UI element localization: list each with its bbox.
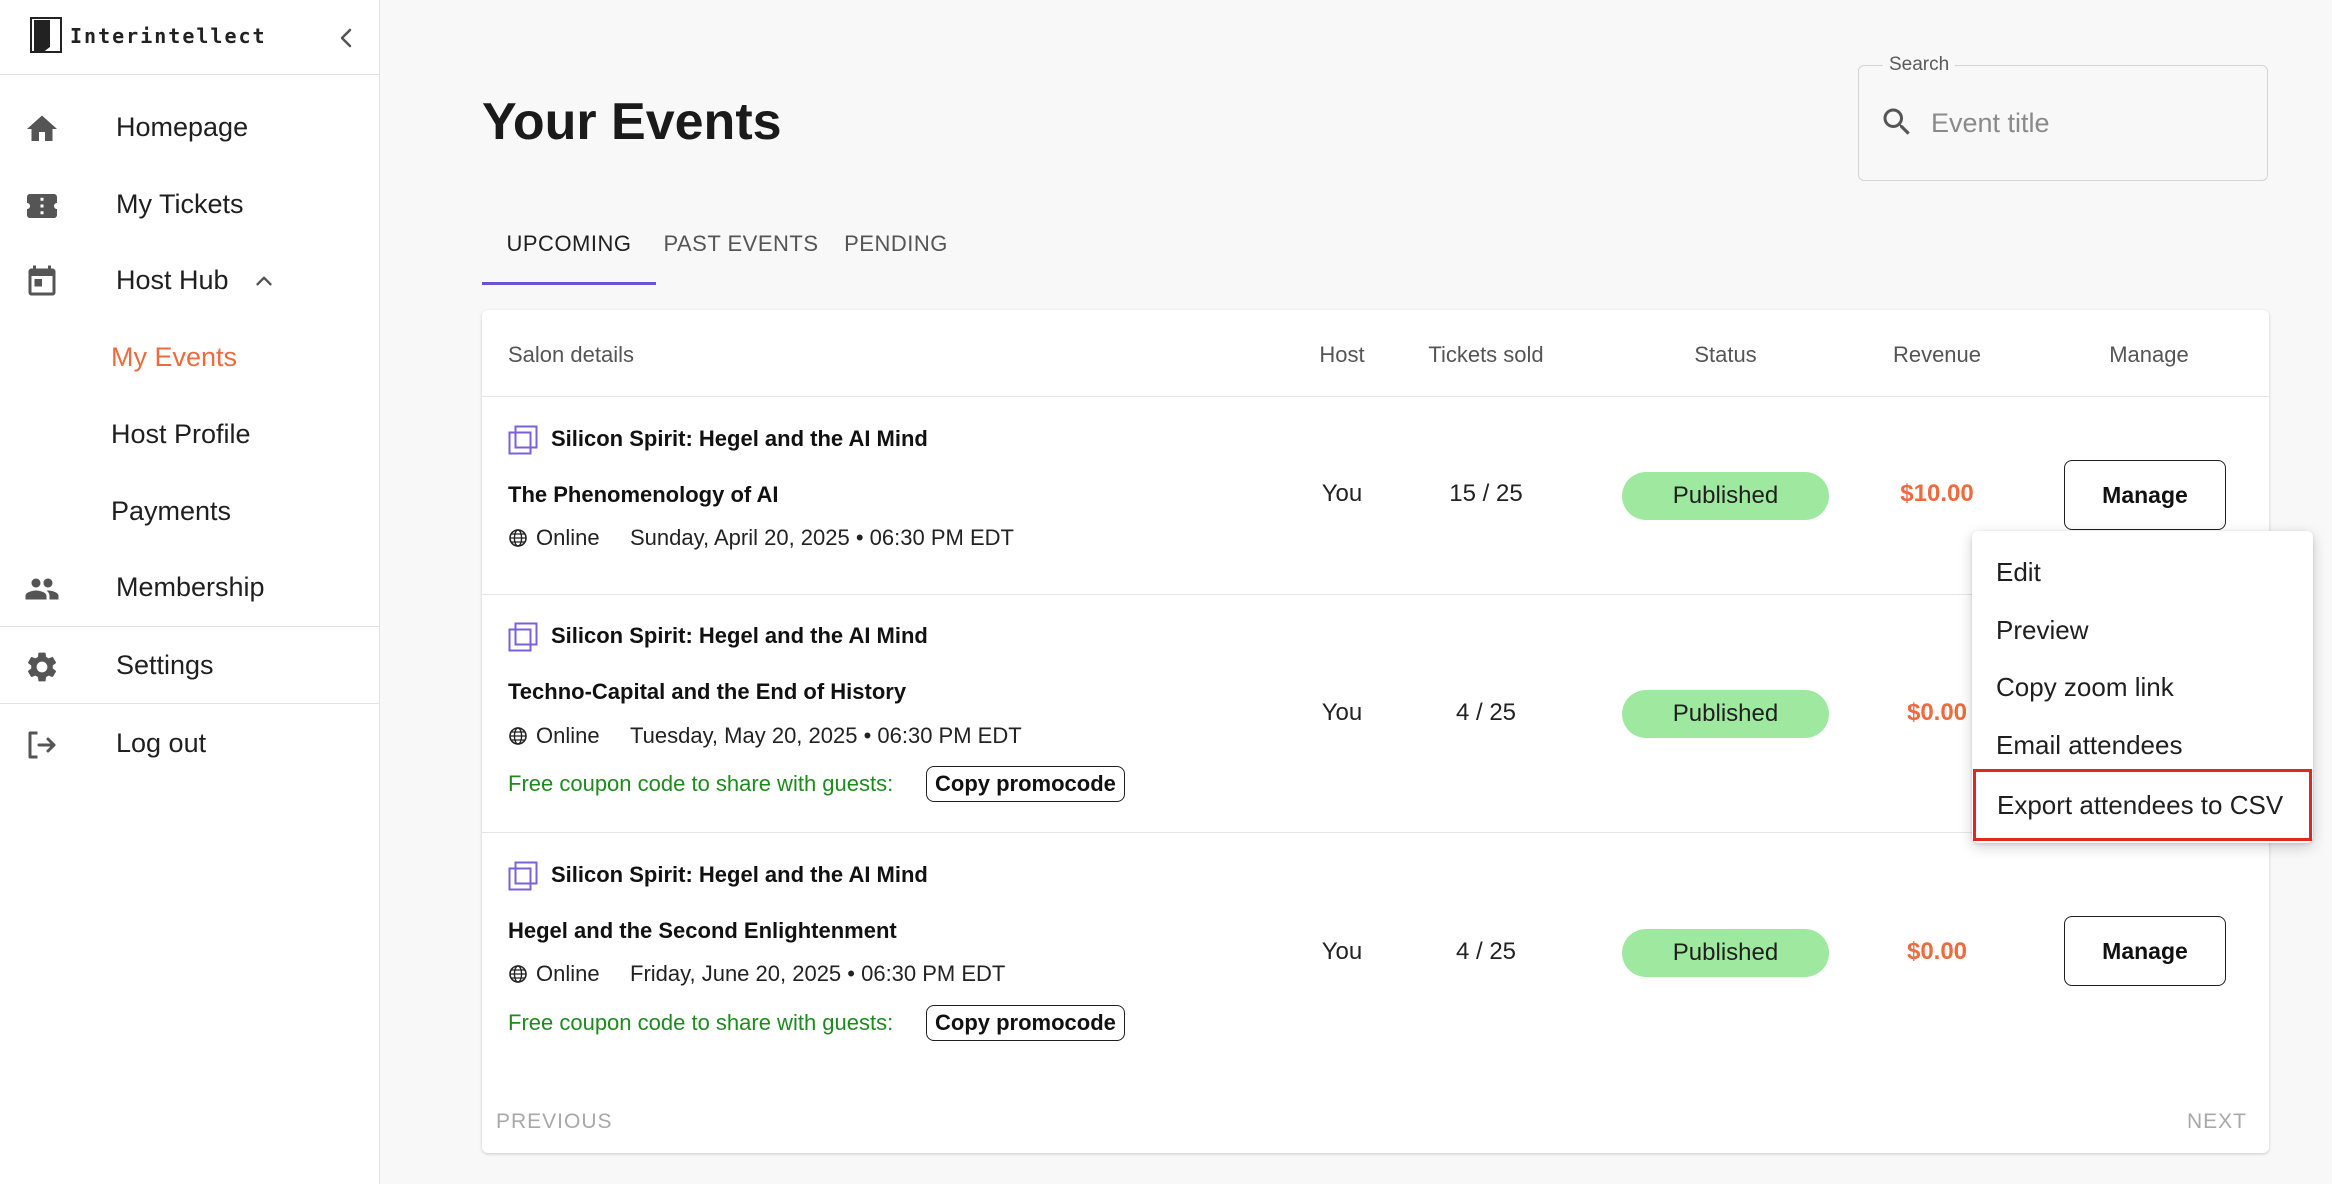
event-location: Online [536,723,600,748]
status-badge: Published [1622,929,1829,977]
status-badge: Published [1622,690,1829,738]
host-cell: You [1321,938,1363,965]
event-location: Online [536,525,600,550]
event-title[interactable]: The Phenomenology of AI [508,481,779,509]
globe-icon [509,965,527,983]
search-input[interactable] [1929,98,2253,148]
people-icon [25,578,59,600]
tickets-sold-cell: 4 / 25 [1455,699,1517,726]
search-label: Search [1883,54,1956,76]
search-icon [1883,108,1910,135]
column-header-revenue: Revenue [1892,342,1982,367]
globe-icon [509,529,527,547]
logout-icon [28,731,56,759]
tickets-sold-cell: 4 / 25 [1455,938,1517,965]
sidebar-item-log-out[interactable]: Log out [0,713,379,773]
manage-button[interactable]: Manage [2064,460,2226,530]
search-field[interactable]: Search [1858,54,2268,181]
sidebar-item-settings[interactable]: Settings [0,635,379,695]
sidebar-divider [0,703,379,704]
event-date: Tuesday, May 20, 2025 • 06:30 PM EDT [630,723,1022,748]
menu-item-edit[interactable]: Edit [1972,543,2313,601]
gear-icon [27,652,57,682]
sidebar-subitem-my-events[interactable]: My Events [0,328,379,386]
column-header-status: Status [1694,342,1757,367]
sidebar-divider [0,626,379,627]
header-divider [482,396,2269,397]
salon-series-title[interactable]: Silicon Spirit: Hegel and the AI Mind [551,622,928,650]
host-cell: You [1321,699,1363,726]
sidebar-item-label: Settings [116,650,214,680]
column-header-manage: Manage [2109,342,2189,367]
sidebar-item-label: My Tickets [116,189,244,219]
salon-series-icon [508,861,538,891]
column-header-host: Host [1319,342,1365,367]
manage-dropdown-menu: Edit Preview Copy zoom link Email attend… [1972,531,2313,843]
sidebar-item-host-hub[interactable]: Host Hub [0,250,379,310]
sidebar-item-label: Host Hub [116,265,229,295]
copy-promocode-button[interactable]: Copy promocode [926,1005,1125,1041]
tab-upcoming[interactable]: UPCOMING [482,214,656,285]
collapse-sidebar-icon[interactable] [330,22,362,54]
event-location: Online [536,961,600,986]
tab-pending[interactable]: PENDING [826,214,966,282]
event-date: Sunday, April 20, 2025 • 06:30 PM EDT [630,525,1014,550]
status-badge: Published [1622,472,1829,520]
sidebar-subitem-payments[interactable]: Payments [0,482,379,540]
manage-button[interactable]: Manage [2064,916,2226,986]
sidebar-subitem-label: Host Profile [111,419,251,449]
sidebar-item-label: Membership [116,572,265,602]
sidebar-subitem-host-profile[interactable]: Host Profile [0,405,379,463]
sidebar-item-homepage[interactable]: Homepage [0,97,379,157]
salon-series-icon [508,622,538,652]
logo-row: Interintellect [0,0,379,75]
sidebar-subitem-label: My Events [111,342,238,372]
tickets-sold-cell: 15 / 25 [1449,480,1523,507]
chevron-up-icon[interactable] [251,268,277,294]
event-date: Friday, June 20, 2025 • 06:30 PM EDT [630,961,1006,986]
salon-series-title[interactable]: Silicon Spirit: Hegel and the AI Mind [551,425,928,453]
coupon-text: Free coupon code to share with guests: [508,1010,894,1035]
menu-item-preview[interactable]: Preview [1972,601,2313,659]
sidebar-item-membership[interactable]: Membership [0,557,379,617]
coupon-text: Free coupon code to share with guests: [508,771,894,796]
menu-item-email-attendees[interactable]: Email attendees [1972,716,2313,774]
menu-item-export-attendees-csv[interactable]: Export attendees to CSV [1973,769,2312,841]
pagination-next[interactable]: NEXT [2187,1110,2247,1134]
salon-series-icon [508,425,538,455]
host-cell: You [1321,480,1363,507]
column-header-salon-details: Salon details [508,342,634,367]
revenue-cell: $0.00 [1906,938,1968,965]
sidebar-item-my-tickets[interactable]: My Tickets [0,174,379,234]
globe-icon [509,727,527,745]
sidebar-subitem-label: Payments [111,496,232,526]
revenue-cell: $10.00 [1900,480,1974,507]
event-title[interactable]: Techno-Capital and the End of History [508,678,906,706]
sidebar-item-label: Homepage [116,112,249,142]
event-title[interactable]: Hegel and the Second Enlightenment [508,917,897,945]
logo-icon [30,17,62,53]
column-header-tickets-sold: Tickets sold [1428,342,1544,367]
salon-series-title[interactable]: Silicon Spirit: Hegel and the AI Mind [551,861,928,889]
page-title: Your Events [482,93,782,151]
brand-name: Interintellect [70,24,267,48]
sidebar-item-label: Log out [116,728,207,758]
copy-promocode-button[interactable]: Copy promocode [926,766,1125,802]
home-icon [27,115,57,141]
ticket-icon [27,194,57,218]
menu-item-copy-zoom-link[interactable]: Copy zoom link [1972,658,2313,716]
sidebar: Interintellect Homepage My Tickets Host … [0,0,380,1184]
calendar-icon [28,265,56,296]
tab-past-events[interactable]: PAST EVENTS [656,214,826,282]
pagination-previous[interactable]: PREVIOUS [496,1110,613,1134]
